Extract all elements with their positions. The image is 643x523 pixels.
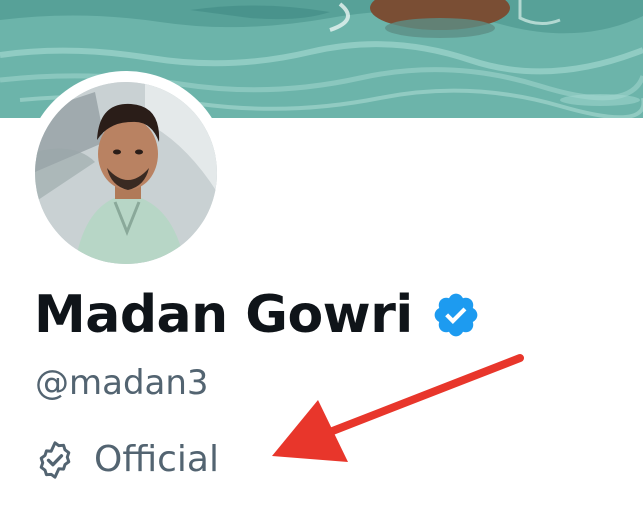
- display-name: Madan Gowri: [34, 285, 413, 345]
- official-label-row[interactable]: Official: [34, 437, 219, 483]
- avatar[interactable]: [35, 82, 217, 264]
- user-handle: @madan3: [35, 363, 209, 403]
- official-label-text: Official: [94, 439, 219, 480]
- verified-badge-icon[interactable]: [431, 290, 481, 340]
- avatar-photo: [35, 82, 217, 264]
- display-name-row: Madan Gowri: [34, 280, 481, 350]
- official-label-icon: [34, 439, 76, 481]
